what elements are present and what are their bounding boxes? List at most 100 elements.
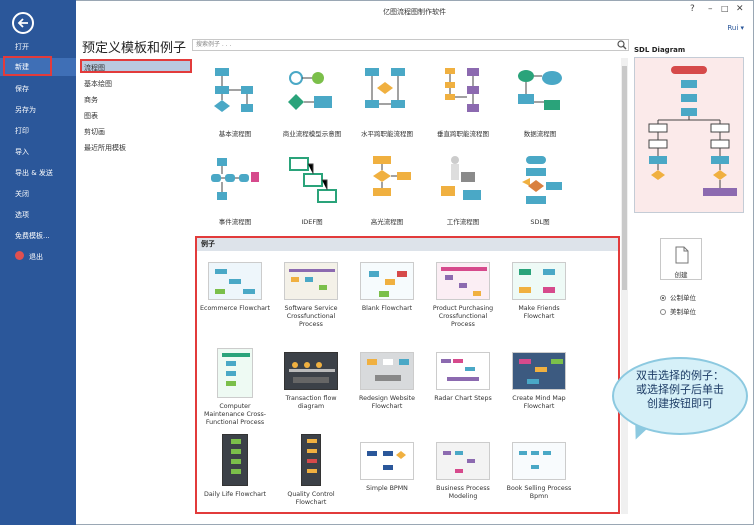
close-icon[interactable]: ✕	[736, 4, 744, 14]
example-item[interactable]: Transaction flow diagram	[275, 352, 347, 411]
template-label: 数据流程图	[523, 130, 557, 138]
title-bar: 亿图流程图制作软件 ? – □ ✕	[76, 0, 753, 22]
example-label: Ecommerce Flowchart	[200, 305, 270, 312]
example-label: Quality Control Flowchart	[287, 491, 335, 506]
example-label: Create Mind Map Flowchart	[512, 395, 566, 410]
nav-open[interactable]: 打开	[0, 38, 76, 56]
template-label: 工作流程图	[446, 218, 480, 226]
template-idef[interactable]: IDEF图	[280, 152, 344, 226]
example-item[interactable]: Daily Life Flowchart	[199, 434, 271, 499]
example-item[interactable]: Ecommerce Flowchart	[199, 262, 271, 313]
example-thumbnail	[436, 352, 490, 390]
nav-save[interactable]: 保存	[0, 80, 76, 98]
radio-label: 公制单位	[670, 294, 696, 302]
template-label: 商业流程模型示意图	[282, 130, 342, 138]
example-item[interactable]: Product Purchasing Crossfunctional Proce…	[427, 262, 499, 329]
nav-print[interactable]: 打印	[0, 122, 76, 140]
template-horizontal-crossfunctional[interactable]: 水平跨职能流程图	[355, 64, 419, 138]
example-label: Daily Life Flowchart	[203, 491, 267, 498]
data-flow-icon	[518, 70, 562, 110]
example-thumbnail	[360, 442, 414, 480]
nav-options[interactable]: 选项	[0, 206, 76, 224]
create-button[interactable]: 创建	[660, 238, 702, 280]
category-clipart[interactable]: 剪切画	[82, 125, 190, 139]
category-flowchart[interactable]: 流程图	[80, 59, 192, 73]
app-title: 亿图流程图制作软件	[383, 8, 446, 16]
example-item[interactable]: Radar Chart Steps	[427, 352, 499, 403]
horizontal-crossfunctional-icon	[365, 68, 405, 108]
example-thumbnail	[284, 352, 338, 390]
nav-export-send[interactable]: 导出 & 发送	[0, 164, 76, 182]
example-item[interactable]: Redesign Website Flowchart	[351, 352, 423, 411]
callout-line-3: 创建按钮即可	[647, 397, 713, 410]
example-thumbnail	[222, 434, 248, 486]
example-item[interactable]: Software Service Crossfunctional Process	[275, 262, 347, 329]
user-menu[interactable]: Rui ▾	[727, 24, 744, 32]
category-business[interactable]: 商务	[82, 93, 190, 107]
template-basic-flowchart[interactable]: 基本流程图	[203, 64, 267, 138]
radio-imperial[interactable]: 美制单位	[660, 306, 696, 316]
nav-free-templates[interactable]: 免费模板...	[0, 227, 76, 245]
radio-button[interactable]	[660, 309, 666, 315]
nav-new-highlight	[3, 56, 52, 76]
example-thumbnail	[284, 262, 338, 300]
help-icon[interactable]: ?	[690, 4, 695, 14]
example-thumbnail	[436, 262, 490, 300]
example-thumbnail	[512, 442, 566, 480]
search-icon[interactable]	[617, 40, 627, 50]
example-item[interactable]: Book Selling Process Bpmn	[503, 442, 575, 501]
template-workflow[interactable]: 工作流程图	[431, 152, 495, 226]
search-input[interactable]: 搜索例子 . . .	[192, 39, 629, 51]
example-item[interactable]: Business Process Modeling	[427, 442, 499, 501]
example-item[interactable]: Computer Maintenance Cross-Functional Pr…	[199, 348, 271, 427]
radio-button-selected[interactable]	[660, 295, 666, 301]
example-item[interactable]: Simple BPMN	[351, 442, 423, 493]
category-basic-drawing[interactable]: 基本绘图	[82, 77, 190, 91]
template-label: 垂直跨职能流程图	[437, 130, 489, 138]
template-data-flow[interactable]: 数据流程图	[508, 64, 572, 138]
template-business-process[interactable]: 商业流程模型示意图	[280, 64, 344, 138]
example-label: Make Friends Flowchart	[518, 305, 560, 320]
template-label: 事件流程图	[218, 218, 252, 226]
example-item[interactable]: Quality Control Flowchart	[275, 434, 347, 507]
example-label: Computer Maintenance Cross-Functional Pr…	[203, 403, 267, 426]
template-label: 水平跨职能流程图	[361, 130, 413, 138]
example-item[interactable]: Create Mind Map Flowchart	[503, 352, 575, 411]
preview-title: SDL Diagram	[634, 46, 686, 54]
example-thumbnail	[360, 262, 414, 300]
nav-save-as[interactable]: 另存为	[0, 101, 76, 119]
template-label: IDEF图	[301, 218, 323, 226]
category-charts[interactable]: 图表	[82, 109, 190, 123]
example-item[interactable]: Make Friends Flowchart	[503, 262, 575, 321]
example-label: Product Purchasing Crossfunctional Proce…	[432, 305, 494, 328]
nav-close[interactable]: 关闭	[0, 185, 76, 203]
template-sdl[interactable]: SDL图	[508, 152, 572, 226]
radio-metric[interactable]: 公制单位	[660, 292, 696, 302]
callout-line-1: 双击选择的例子：	[636, 369, 724, 382]
highlight-flowchart-icon	[373, 156, 411, 196]
template-label: SDL图	[530, 218, 550, 226]
nav-exit-label: 退出	[29, 253, 43, 261]
instruction-callout: 双击选择的例子： 或选择例子后单击 创建按钮即可	[612, 357, 748, 435]
scrollbar-thumb[interactable]	[622, 66, 627, 290]
example-thumbnail	[512, 352, 566, 390]
back-icon[interactable]	[12, 12, 34, 34]
minimize-icon[interactable]: –	[708, 4, 713, 14]
example-label: Book Selling Process Bpmn	[506, 485, 572, 500]
radio-label: 美制单位	[670, 308, 696, 316]
example-item[interactable]: Blank Flowchart	[351, 262, 423, 313]
category-recent[interactable]: 最近所用模板	[82, 141, 190, 155]
example-thumbnail	[208, 262, 262, 300]
examples-header: 例子	[197, 238, 618, 251]
template-label: 基本流程图	[218, 130, 252, 138]
example-thumbnail	[217, 348, 253, 398]
template-vertical-crossfunctional[interactable]: 垂直跨职能流程图	[431, 64, 495, 138]
example-label: Redesign Website Flowchart	[359, 395, 415, 410]
template-event-flowchart[interactable]: 事件流程图	[203, 152, 267, 226]
template-highlight-flowchart[interactable]: 高光流程图	[355, 152, 419, 226]
callout-line-2: 或选择例子后单击	[636, 383, 724, 396]
nav-exit[interactable]: 退出	[0, 248, 76, 266]
example-thumbnail	[301, 434, 321, 486]
nav-import[interactable]: 导入	[0, 143, 76, 161]
maximize-icon[interactable]: □	[721, 4, 729, 13]
